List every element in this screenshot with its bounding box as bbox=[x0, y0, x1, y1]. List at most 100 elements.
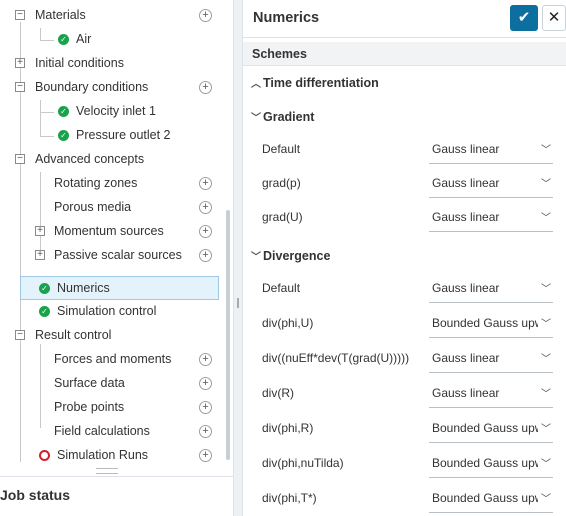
add-icon[interactable]: + bbox=[199, 377, 212, 390]
tree-item-surface-data[interactable]: Surface data + bbox=[0, 372, 224, 396]
tree-item-pressure-outlet[interactable]: ✓ Pressure outlet 2 bbox=[0, 124, 224, 148]
scheme-select[interactable]: Bounded Gauss upwind ﹀ bbox=[429, 415, 553, 443]
scheme-value: Gauss linear bbox=[432, 142, 500, 156]
tree-item-forces-and-moments[interactable]: Forces and moments + bbox=[0, 348, 224, 372]
add-icon[interactable]: + bbox=[199, 425, 212, 438]
scheme-select[interactable]: Gauss linear ﹀ bbox=[429, 345, 553, 373]
add-icon[interactable]: + bbox=[199, 9, 212, 22]
drag-grip-icon[interactable] bbox=[237, 298, 239, 308]
check-icon: ✔ bbox=[517, 9, 531, 26]
error-status-icon bbox=[39, 450, 50, 461]
scheme-select[interactable]: Bounded Gauss upwind ﹀ bbox=[429, 450, 553, 478]
tree-item-velocity-inlet[interactable]: ✓ Velocity inlet 1 bbox=[0, 100, 224, 124]
chevron-down-icon: ﹀ bbox=[539, 455, 551, 470]
add-icon[interactable]: + bbox=[199, 449, 212, 462]
tree-item-boundary-conditions[interactable]: − Boundary conditions + bbox=[0, 76, 224, 100]
resize-handle[interactable] bbox=[96, 468, 118, 474]
tree-item-porous-media[interactable]: Porous media + bbox=[0, 196, 224, 220]
scheme-select[interactable]: Bounded Gauss upwind ﹀ bbox=[429, 310, 553, 338]
scheme-row: div(phi,R) Bounded Gauss upwind ﹀ bbox=[243, 411, 566, 445]
scheme-row: div(R) Gauss linear ﹀ bbox=[243, 376, 566, 410]
tree-item-label: Initial conditions bbox=[35, 56, 124, 70]
chevron-down-icon[interactable]: ﹀ bbox=[251, 109, 261, 124]
tree-item-initial-conditions[interactable]: + Initial conditions bbox=[0, 52, 224, 76]
tree-item-air[interactable]: ✓ Air bbox=[0, 28, 224, 52]
tree-scrollbar[interactable] bbox=[226, 210, 230, 460]
tree-item-field-calculations[interactable]: Field calculations + bbox=[0, 420, 224, 444]
scheme-label: div(phi,U) bbox=[262, 316, 314, 330]
scheme-row: div(phi,U) Bounded Gauss upwind ﹀ bbox=[243, 306, 566, 340]
expand-icon[interactable]: + bbox=[35, 250, 45, 260]
section-time-differentiation[interactable]: ︿ Time differentiation bbox=[243, 74, 566, 94]
job-status-title: Job status bbox=[0, 487, 71, 503]
scheme-select[interactable]: Gauss linear ﹀ bbox=[429, 136, 553, 164]
confirm-button[interactable]: ✔ bbox=[510, 5, 538, 31]
scheme-select[interactable]: Gauss linear ﹀ bbox=[429, 380, 553, 408]
collapse-icon[interactable]: − bbox=[15, 82, 25, 92]
scheme-value: Bounded Gauss upwind bbox=[432, 316, 538, 330]
add-icon[interactable]: + bbox=[199, 353, 212, 366]
collapse-icon[interactable]: − bbox=[15, 154, 25, 164]
app-root: − Materials + ✓ Air + Initial conditions… bbox=[0, 0, 566, 516]
check-icon: ✓ bbox=[39, 306, 50, 317]
scheme-label: div(R) bbox=[262, 386, 294, 400]
scheme-label: grad(p) bbox=[262, 176, 301, 190]
tree-item-label: Numerics bbox=[57, 281, 110, 295]
scheme-label: div(phi,T*) bbox=[262, 491, 317, 505]
chevron-down-icon: ﹀ bbox=[539, 385, 551, 400]
panel-splitter[interactable] bbox=[234, 0, 242, 516]
tree-item-probe-points[interactable]: Probe points + bbox=[0, 396, 224, 420]
tree-item-advanced-concepts[interactable]: − Advanced concepts bbox=[0, 148, 224, 172]
tree-item-simulation-control[interactable]: ✓ Simulation control bbox=[0, 300, 224, 324]
chevron-down-icon: ﹀ bbox=[539, 420, 551, 435]
chevron-down-icon: ﹀ bbox=[539, 315, 551, 330]
chevron-down-icon: ﹀ bbox=[539, 350, 551, 365]
add-icon[interactable]: + bbox=[199, 177, 212, 190]
tree-item-label: Rotating zones bbox=[54, 176, 138, 190]
numerics-panel: Numerics ✔ ✕ Schemes ︿ Time differentiat… bbox=[242, 0, 566, 516]
tree-item-label: Probe points bbox=[54, 400, 125, 414]
tree-item-numerics[interactable]: ✓ Numerics bbox=[20, 276, 219, 300]
tree-item-passive-scalar-sources[interactable]: + Passive scalar sources + bbox=[0, 244, 224, 268]
scheme-row: div((nuEff*dev(T(grad(U))))) Gauss linea… bbox=[243, 341, 566, 375]
scheme-value: Bounded Gauss upwind bbox=[432, 421, 538, 435]
section-label: Divergence bbox=[263, 249, 331, 263]
tree-item-rotating-zones[interactable]: Rotating zones + bbox=[0, 172, 224, 196]
collapse-icon[interactable]: − bbox=[15, 330, 25, 340]
scheme-label: div((nuEff*dev(T(grad(U))))) bbox=[262, 351, 410, 365]
chevron-down-icon: ﹀ bbox=[539, 175, 551, 190]
scheme-select[interactable]: Gauss linear ﹀ bbox=[429, 204, 553, 232]
add-icon[interactable]: + bbox=[199, 201, 212, 214]
close-button[interactable]: ✕ bbox=[542, 5, 566, 31]
add-icon[interactable]: + bbox=[199, 249, 212, 262]
tree-item-momentum-sources[interactable]: + Momentum sources + bbox=[0, 220, 224, 244]
panel-header: Numerics ✔ ✕ bbox=[243, 0, 566, 38]
collapse-icon[interactable]: − bbox=[15, 10, 25, 20]
scheme-row: grad(p) Gauss linear ﹀ bbox=[243, 166, 566, 200]
tree-item-materials[interactable]: − Materials + bbox=[0, 4, 224, 28]
scheme-row: div(phi,T*) Bounded Gauss upwind ﹀ bbox=[243, 481, 566, 515]
expand-icon[interactable]: + bbox=[15, 58, 25, 68]
scheme-label: div(phi,nuTilda) bbox=[262, 456, 344, 470]
chevron-down-icon[interactable]: ﹀ bbox=[251, 248, 261, 263]
scheme-select[interactable]: Gauss linear ﹀ bbox=[429, 170, 553, 198]
chevron-up-icon[interactable]: ︿ bbox=[251, 75, 261, 90]
scheme-value: Gauss linear bbox=[432, 210, 500, 224]
tree-item-label: Surface data bbox=[54, 376, 125, 390]
tree-item-label: Simulation Runs bbox=[57, 448, 149, 462]
expand-icon[interactable]: + bbox=[35, 226, 45, 236]
section-divergence[interactable]: ﹀ Divergence bbox=[243, 247, 566, 267]
scheme-select[interactable]: Gauss linear ﹀ bbox=[429, 275, 553, 303]
add-icon[interactable]: + bbox=[199, 81, 212, 94]
tree-item-result-control[interactable]: − Result control bbox=[0, 324, 224, 348]
scheme-select[interactable]: Bounded Gauss upwind ﹀ bbox=[429, 485, 553, 513]
tree-item-simulation-runs[interactable]: Simulation Runs + bbox=[0, 444, 224, 468]
tree-item-label: Porous media bbox=[54, 200, 132, 214]
add-icon[interactable]: + bbox=[199, 401, 212, 414]
tree-item-label: Materials bbox=[35, 8, 86, 22]
chevron-down-icon: ﹀ bbox=[539, 490, 551, 505]
add-icon[interactable]: + bbox=[199, 225, 212, 238]
section-gradient[interactable]: ﹀ Gradient bbox=[243, 108, 566, 128]
scheme-value: Gauss linear bbox=[432, 351, 500, 365]
panel-title: Numerics bbox=[253, 10, 320, 26]
